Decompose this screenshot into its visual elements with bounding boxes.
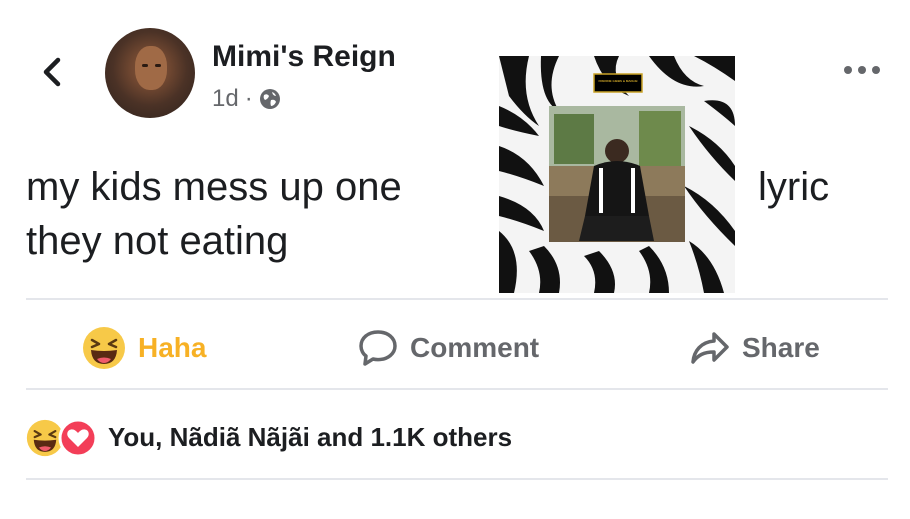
divider	[26, 388, 888, 390]
author-name[interactable]: Mimi's Reign	[212, 40, 396, 74]
haha-emoji-icon	[83, 327, 125, 369]
post-text-line1: my kids mess up one	[26, 165, 402, 209]
post-time[interactable]: 1d	[212, 85, 239, 113]
globe-icon	[259, 89, 280, 109]
love-icon	[58, 418, 98, 458]
avatar-eye	[155, 64, 161, 67]
share-icon	[691, 332, 729, 364]
back-button[interactable]	[36, 52, 68, 92]
divider	[26, 298, 888, 300]
zebra-pattern	[499, 56, 735, 293]
comment-icon	[359, 330, 397, 366]
share-label: Share	[742, 332, 820, 363]
post-text-after-image: lyric	[758, 165, 830, 209]
avatar[interactable]	[105, 28, 195, 118]
comment-button[interactable]: Comment	[358, 326, 539, 370]
meta-separator: ·	[244, 85, 253, 112]
album-banner-text: FREDDIE GIBBS & MADLIB	[598, 79, 638, 83]
more-icon	[844, 66, 880, 74]
post-meta: 1d ·	[212, 85, 281, 113]
reaction-icons[interactable]	[26, 418, 98, 458]
divider	[26, 478, 888, 480]
share-button[interactable]: Share	[690, 326, 820, 370]
post-text-line2: they not eating	[26, 219, 289, 263]
more-options-button[interactable]	[840, 58, 884, 82]
chevron-left-icon	[43, 57, 61, 87]
haha-button[interactable]: Haha	[82, 326, 206, 370]
avatar-eye	[142, 64, 148, 67]
post-text: my kids mess up one they not eating	[26, 160, 402, 268]
avatar-face	[135, 46, 167, 90]
haha-label: Haha	[138, 332, 207, 363]
reactions-summary[interactable]: You, Nãdiã Nãjãi and 1.1K others	[108, 422, 512, 453]
album-art-image[interactable]: FREDDIE GIBBS & MADLIB	[499, 56, 735, 293]
comment-label: Comment	[410, 332, 540, 363]
